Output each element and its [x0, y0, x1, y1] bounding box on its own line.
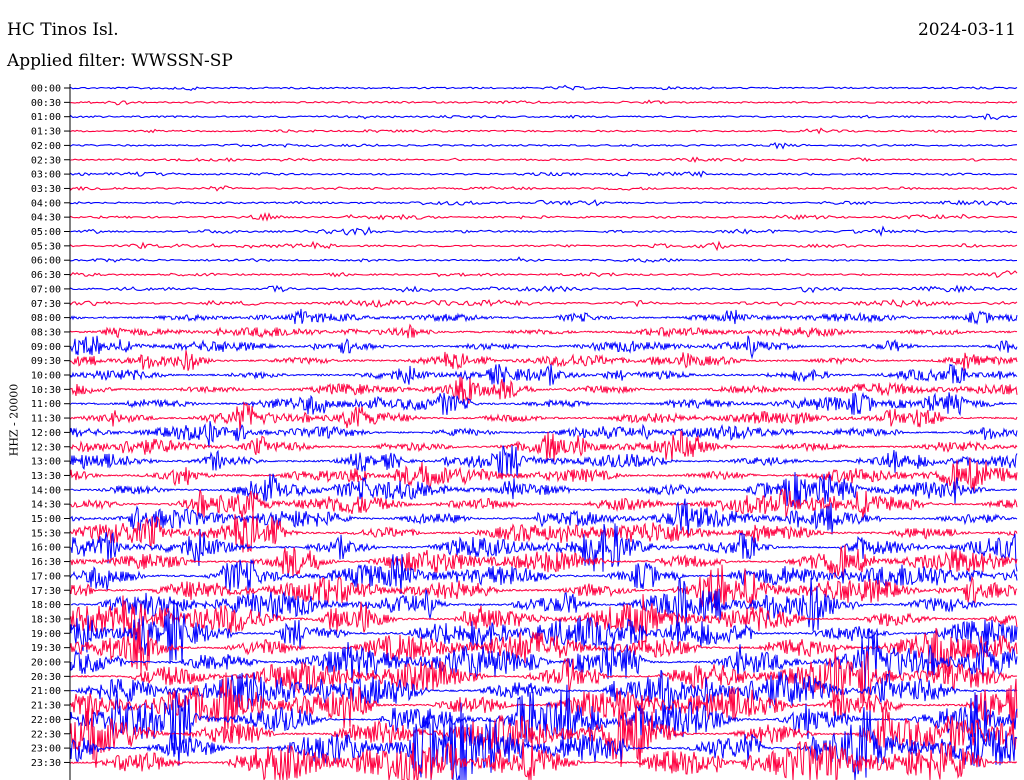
time-tick-group: 00:00 00:30 01:00 01:30 02:00 02:30 03:00 03:30… — [31, 84, 70, 769]
seismic-trace-0100 — [70, 113, 1018, 121]
seismic-trace-0030 — [70, 99, 1018, 106]
seismic-trace-1100 — [70, 391, 1018, 416]
time-tick-label: 16:00 — [31, 543, 61, 554]
time-tick-label: 03:00 — [31, 170, 61, 181]
time-tick-label: 04:30 — [31, 213, 61, 224]
seismic-trace-2000 — [70, 627, 1018, 692]
time-tick-label: 00:30 — [31, 98, 61, 109]
time-tick-label: 11:00 — [31, 399, 61, 410]
time-tick-label: 18:30 — [31, 614, 61, 625]
time-tick-label: 15:00 — [31, 514, 61, 525]
time-tick-label: 09:00 — [31, 342, 61, 353]
seismic-trace-0930 — [70, 350, 1018, 371]
time-tick-label: 02:30 — [31, 155, 61, 166]
seismic-trace-0630 — [70, 270, 1018, 279]
time-tick-label: 12:30 — [31, 442, 61, 453]
time-tick-label: 13:00 — [31, 457, 61, 468]
seismic-trace-1200 — [70, 421, 1018, 448]
time-tick-label: 08:00 — [31, 313, 61, 324]
seismic-trace-0000 — [70, 84, 1018, 91]
seismic-trace-0800 — [70, 308, 1018, 326]
seismic-trace-0730 — [70, 298, 1018, 308]
time-tick-label: 01:30 — [31, 127, 61, 138]
time-tick-label: 23:00 — [31, 744, 61, 755]
seismic-trace-1030 — [70, 376, 1018, 404]
time-tick-label: 06:30 — [31, 270, 61, 281]
seismic-trace-1500 — [70, 498, 1018, 537]
seismic-trace-0230 — [70, 156, 1018, 163]
time-tick-label: 09:30 — [31, 356, 61, 367]
seismic-trace-1130 — [70, 401, 1018, 432]
seismic-trace-0900 — [70, 335, 1018, 360]
time-tick-label: 14:30 — [31, 500, 61, 511]
time-tick-label: 21:30 — [31, 701, 61, 712]
time-tick-label: 05:30 — [31, 241, 61, 252]
time-tick-label: 03:30 — [31, 184, 61, 195]
time-tick-label: 19:30 — [31, 643, 61, 654]
time-tick-label: 19:00 — [31, 629, 61, 640]
time-tick-label: 17:00 — [31, 571, 61, 582]
trace-group — [70, 84, 1018, 780]
time-tick-label: 15:30 — [31, 528, 61, 539]
time-tick-label: 20:30 — [31, 672, 61, 683]
seismic-trace-0600 — [70, 256, 1018, 263]
seismic-trace-1630 — [70, 544, 1018, 579]
time-tick-label: 22:00 — [31, 715, 61, 726]
time-tick-label: 17:30 — [31, 586, 61, 597]
seismic-trace-0430 — [70, 212, 1018, 222]
seismic-trace-0530 — [70, 240, 1018, 252]
time-tick-label: 13:30 — [31, 471, 61, 482]
seismic-trace-0700 — [70, 284, 1018, 294]
time-tick-label: 22:30 — [31, 729, 61, 740]
time-tick-label: 07:30 — [31, 299, 61, 310]
time-tick-label: 14:00 — [31, 485, 61, 496]
time-tick-label: 08:30 — [31, 327, 61, 338]
time-tick-label: 21:00 — [31, 686, 61, 697]
time-tick-label: 10:00 — [31, 371, 61, 382]
seismic-trace-0300 — [70, 170, 1018, 179]
time-tick-label: 10:30 — [31, 385, 61, 396]
time-tick-label: 01:00 — [31, 112, 61, 123]
time-tick-label: 20:00 — [31, 658, 61, 669]
time-tick-label: 16:30 — [31, 557, 61, 568]
time-tick-label: 11:30 — [31, 414, 61, 425]
time-tick-label: 18:00 — [31, 600, 61, 611]
time-tick-label: 23:30 — [31, 758, 61, 769]
time-tick-label: 00:00 — [31, 84, 61, 95]
time-tick-label: 12:00 — [31, 428, 61, 439]
time-tick-label: 02:00 — [31, 141, 61, 152]
time-tick-label: 06:00 — [31, 256, 61, 267]
helicorder-plot: 00:00 00:30 01:00 01:30 02:00 02:30 03:00 03:30… — [31, 84, 1018, 780]
time-tick-label: 07:00 — [31, 284, 61, 295]
seismic-trace-0500 — [70, 225, 1018, 237]
time-tick-label: 05:00 — [31, 227, 61, 238]
seismic-trace-0130 — [70, 127, 1018, 135]
seismic-trace-0330 — [70, 185, 1018, 192]
seismic-trace-0400 — [70, 199, 1018, 207]
time-tick-label: 04:00 — [31, 198, 61, 209]
seismic-trace-0200 — [70, 142, 1018, 150]
seismic-trace-0830 — [70, 323, 1018, 339]
